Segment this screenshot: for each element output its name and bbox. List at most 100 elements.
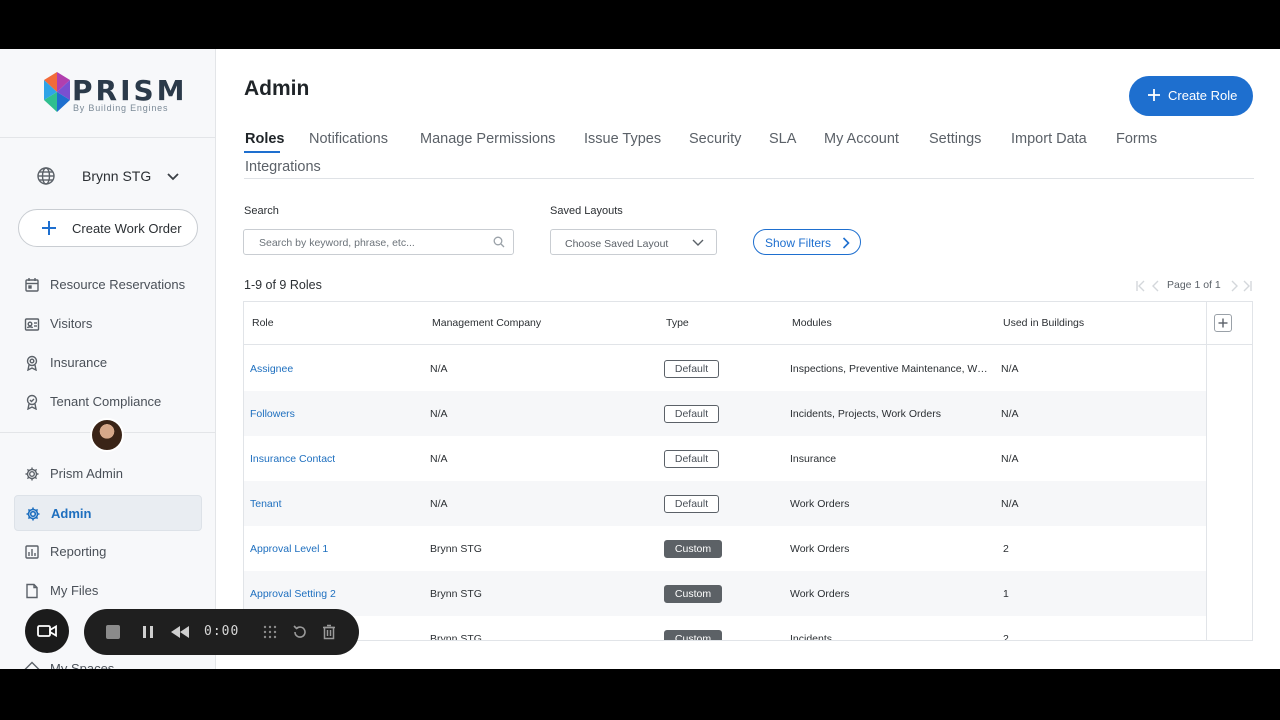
last-page-icon[interactable]: [1241, 280, 1253, 292]
sidebar-item-my-files[interactable]: My Files: [14, 573, 202, 609]
column-header-role[interactable]: Role: [252, 317, 274, 329]
sidebar-item-label: Insurance: [50, 355, 108, 370]
company-cell: Brynn STG: [430, 543, 482, 555]
table-row[interactable]: Approval Setting 2 Brynn STG Custom Work…: [244, 571, 1206, 616]
prism-logo-icon: [44, 72, 70, 112]
next-page-icon[interactable]: [1229, 280, 1239, 292]
role-link[interactable]: Approval Level 1: [250, 543, 328, 555]
modules-cell: Incidents, Projects, Work Orders: [790, 408, 941, 420]
column-header-used-in-buildings[interactable]: Used in Buildings: [1003, 317, 1084, 329]
tab-my-account[interactable]: My Account: [824, 131, 899, 147]
table-row[interactable]: Assignee N/A Default Inspections, Preven…: [244, 346, 1206, 391]
role-link[interactable]: Approval Setting 2: [250, 588, 336, 600]
trash-icon[interactable]: [321, 624, 337, 640]
pagination: Page 1 of 1: [1135, 278, 1255, 294]
add-column-button[interactable]: [1214, 314, 1232, 332]
table-row[interactable]: Brynn STG Custom Incidents 2: [244, 616, 1206, 641]
company-cell: N/A: [430, 453, 448, 465]
chevron-down-icon: [167, 173, 179, 181]
table-row[interactable]: Followers N/A Default Incidents, Project…: [244, 391, 1206, 436]
pause-icon[interactable]: [141, 625, 155, 639]
saved-layouts-label: Saved Layouts: [550, 205, 623, 217]
type-badge: Custom: [664, 540, 722, 558]
brand-tagline: By Building Engines: [73, 103, 169, 113]
role-link[interactable]: Insurance Contact: [250, 453, 335, 465]
modules-cell: Incidents: [790, 633, 833, 641]
saved-layouts-select[interactable]: Choose Saved Layout: [550, 229, 717, 255]
company-cell: Brynn STG: [430, 588, 482, 600]
bar-chart-icon: [25, 545, 39, 559]
results-count: 1-9 of 9 Roles: [244, 278, 322, 292]
camera-toggle-button[interactable]: [25, 609, 69, 653]
sidebar-item-label: Resource Reservations: [50, 277, 186, 292]
saved-layouts-value: Choose Saved Layout: [565, 238, 669, 250]
sidebar-item-insurance[interactable]: Insurance: [14, 345, 202, 381]
tab-notifications[interactable]: Notifications: [309, 131, 388, 147]
sidebar-item-label: Tenant Compliance: [50, 394, 162, 409]
sidebar-item-admin[interactable]: Admin: [14, 495, 202, 531]
visitor-badge-icon: [24, 318, 40, 331]
search-icon: [493, 236, 505, 248]
tab-sla[interactable]: SLA: [769, 131, 796, 147]
table-row[interactable]: Insurance Contact N/A Default Insurance …: [244, 436, 1206, 481]
sidebar-item-tenant-compliance[interactable]: Tenant Compliance: [14, 384, 202, 420]
role-link[interactable]: Assignee: [250, 363, 293, 375]
column-header-type[interactable]: Type: [666, 317, 689, 329]
sidebar: PRISM By Building Engines Brynn STG Crea…: [0, 49, 216, 669]
tab-manage-permissions[interactable]: Manage Permissions: [420, 131, 555, 147]
tab-forms[interactable]: Forms: [1116, 131, 1157, 147]
main-content: Admin Create Role Roles Notifications Ma…: [217, 49, 1280, 669]
create-role-button[interactable]: Create Role: [1129, 76, 1253, 116]
company-cell: N/A: [430, 363, 448, 375]
show-filters-label: Show Filters: [765, 236, 832, 250]
sidebar-item-resource-reservations[interactable]: Resource Reservations: [14, 267, 202, 303]
first-page-icon[interactable]: [1135, 280, 1147, 292]
type-badge: Default: [664, 450, 719, 468]
create-role-label: Create Role: [1168, 88, 1238, 103]
role-link[interactable]: Followers: [250, 408, 295, 420]
show-filters-button[interactable]: Show Filters: [753, 229, 861, 255]
logo-area: PRISM By Building Engines: [0, 49, 215, 138]
page-title: Admin: [244, 77, 310, 100]
insurance-icon: [26, 355, 38, 371]
tab-import-data[interactable]: Import Data: [1011, 131, 1087, 147]
gear-icon: [26, 507, 40, 521]
column-header-modules[interactable]: Modules: [792, 317, 832, 329]
type-badge: Default: [664, 360, 719, 378]
search-input[interactable]: Search by keyword, phrase, etc...: [243, 229, 514, 255]
tab-integrations[interactable]: Integrations: [245, 159, 321, 175]
column-separator: [1206, 302, 1207, 640]
active-tab-indicator: [244, 151, 280, 153]
tab-settings[interactable]: Settings: [929, 131, 981, 147]
sidebar-item-prism-admin[interactable]: Prism Admin: [14, 456, 202, 492]
sidebar-item-visitors[interactable]: Visitors: [14, 306, 202, 342]
tab-security[interactable]: Security: [689, 131, 741, 147]
sidebar-item-label: My Files: [50, 583, 99, 598]
avatar[interactable]: [90, 418, 124, 452]
tab-roles[interactable]: Roles: [245, 131, 285, 147]
drag-handle-icon[interactable]: [263, 625, 277, 639]
table-row[interactable]: Approval Level 1 Brynn STG Custom Work O…: [244, 526, 1206, 571]
used-in-buildings-cell: N/A: [1001, 498, 1019, 510]
stop-icon[interactable]: [105, 624, 121, 640]
roles-table: Role Management Company Type Modules Use…: [243, 301, 1253, 641]
sidebar-item-reporting[interactable]: Reporting: [14, 534, 202, 570]
role-link[interactable]: Tenant: [250, 498, 282, 510]
create-work-order-button[interactable]: Create Work Order: [18, 209, 198, 247]
restart-icon[interactable]: [292, 624, 308, 640]
type-badge: Default: [664, 495, 719, 513]
company-cell: Brynn STG: [430, 633, 482, 641]
company-cell: N/A: [430, 498, 448, 510]
type-badge: Default: [664, 405, 719, 423]
table-row[interactable]: Tenant N/A Default Work Orders N/A: [244, 481, 1206, 526]
used-in-buildings-cell: N/A: [1001, 408, 1019, 420]
plus-icon: [1218, 318, 1228, 328]
column-header-management-company[interactable]: Management Company: [432, 317, 541, 329]
company-cell: N/A: [430, 408, 448, 420]
file-icon: [26, 583, 38, 599]
prev-page-icon[interactable]: [1151, 280, 1161, 292]
sidebar-item-label: Prism Admin: [50, 466, 123, 481]
tab-issue-types[interactable]: Issue Types: [584, 131, 661, 147]
rewind-icon[interactable]: [171, 626, 189, 638]
building-selector[interactable]: Brynn STG: [0, 159, 215, 193]
